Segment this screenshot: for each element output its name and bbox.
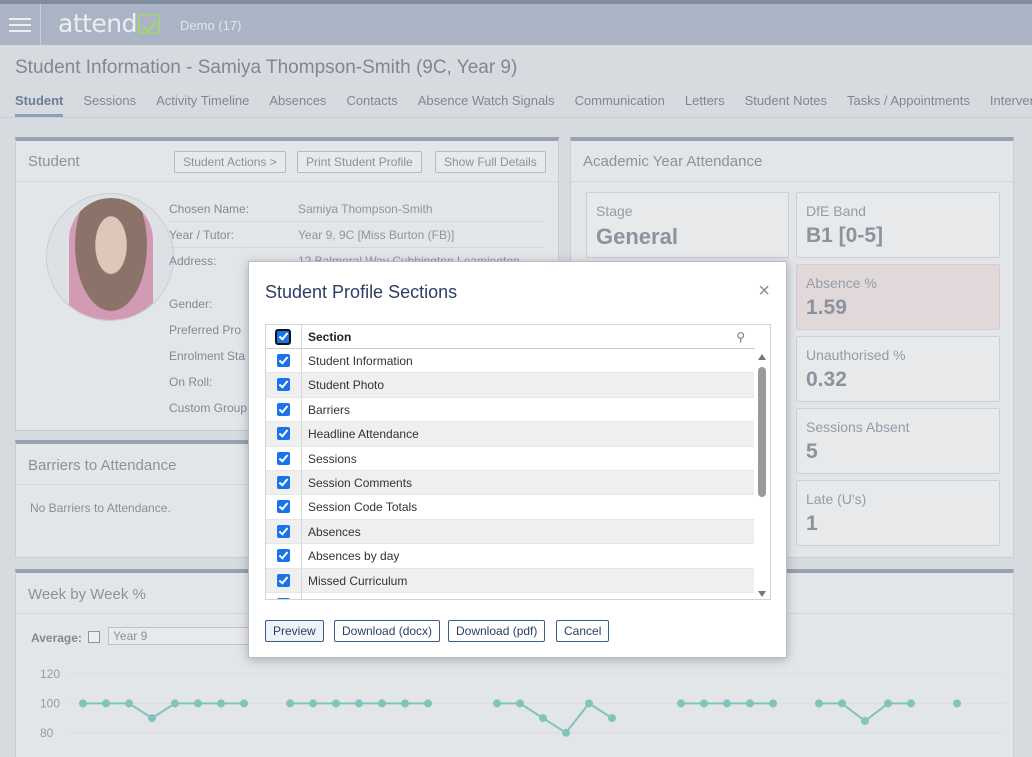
section-checkbox[interactable] xyxy=(277,476,290,489)
section-row[interactable]: Student Photo xyxy=(266,373,755,398)
section-row[interactable]: Absences xyxy=(266,519,755,545)
column-separator xyxy=(301,325,302,599)
section-checkbox[interactable] xyxy=(277,500,290,514)
section-label: Session Comments xyxy=(308,476,413,490)
section-checkbox[interactable] xyxy=(277,573,290,587)
section-checkbox[interactable] xyxy=(277,354,290,367)
section-checkbox[interactable] xyxy=(277,524,290,538)
section-label: Barriers xyxy=(308,402,351,417)
pin-icon[interactable]: ⚲ xyxy=(736,330,745,344)
section-label: Student Information xyxy=(308,354,413,368)
grid-scrollbar[interactable] xyxy=(754,349,770,599)
section-row[interactable]: Student Information xyxy=(266,349,755,374)
section-row[interactable]: Absences by day xyxy=(266,544,755,569)
section-checkbox[interactable] xyxy=(277,549,290,563)
section-label: Absences by day xyxy=(308,549,400,564)
section-checkbox[interactable] xyxy=(277,598,290,599)
cancel-button[interactable]: Cancel xyxy=(556,620,610,642)
section-row-partial[interactable] xyxy=(266,593,755,599)
close-icon[interactable]: × xyxy=(758,281,770,301)
scroll-thumb[interactable] xyxy=(758,367,766,497)
section-row[interactable]: Missed Curriculum xyxy=(266,568,755,593)
select-all-checkbox[interactable] xyxy=(275,329,291,345)
section-row[interactable]: Headline Attendance xyxy=(266,422,755,447)
section-checkbox[interactable] xyxy=(277,427,290,441)
dialog-title: Student Profile Sections xyxy=(265,282,458,302)
download-docx-button[interactable]: Download (docx) xyxy=(334,620,441,642)
section-label: Missed Curriculum xyxy=(308,573,408,588)
grid-header: Section ⚲ xyxy=(266,325,755,349)
download-pdf-button[interactable]: Download (pdf) xyxy=(448,620,546,642)
student-profile-sections-dialog: Student Profile Sections × Section ⚲ Stu… xyxy=(248,261,787,658)
section-row[interactable]: Barriers xyxy=(266,398,755,423)
section-row[interactable]: Session Comments xyxy=(266,471,755,496)
scroll-down-icon[interactable] xyxy=(758,591,766,597)
section-row[interactable]: Session Code Totals xyxy=(266,495,755,520)
section-label: Sessions xyxy=(308,451,357,466)
section-label: Headline Attendance xyxy=(308,427,419,442)
section-checkbox[interactable] xyxy=(277,402,290,416)
sections-grid: Section ⚲ Student Information Student Pho… xyxy=(265,324,771,600)
scroll-up-icon[interactable] xyxy=(758,354,766,360)
section-column-header[interactable]: Section xyxy=(308,330,351,344)
section-checkbox[interactable] xyxy=(277,451,290,465)
preview-button[interactable]: Preview xyxy=(265,620,324,642)
section-label: Student Photo xyxy=(308,378,385,393)
section-label: Absences xyxy=(308,524,361,539)
section-label: Session Code Totals xyxy=(308,500,418,515)
section-row[interactable]: Sessions xyxy=(266,447,755,471)
section-checkbox[interactable] xyxy=(277,378,290,392)
